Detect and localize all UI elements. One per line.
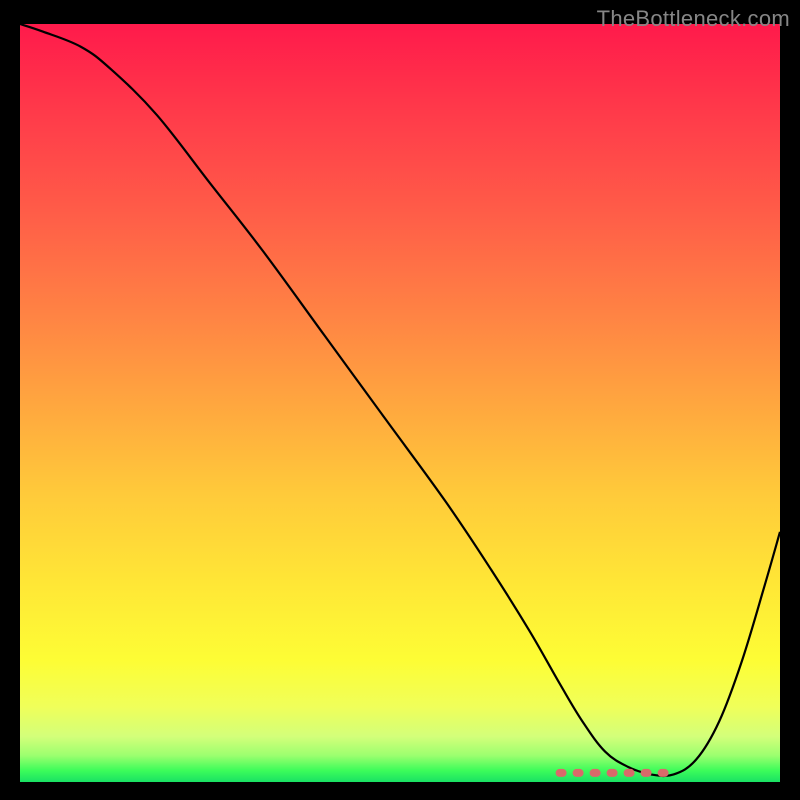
chart-container (20, 24, 780, 782)
curve-layer (20, 24, 780, 782)
bottleneck-curve (20, 24, 780, 776)
watermark-text: TheBottleneck.com (597, 6, 790, 32)
